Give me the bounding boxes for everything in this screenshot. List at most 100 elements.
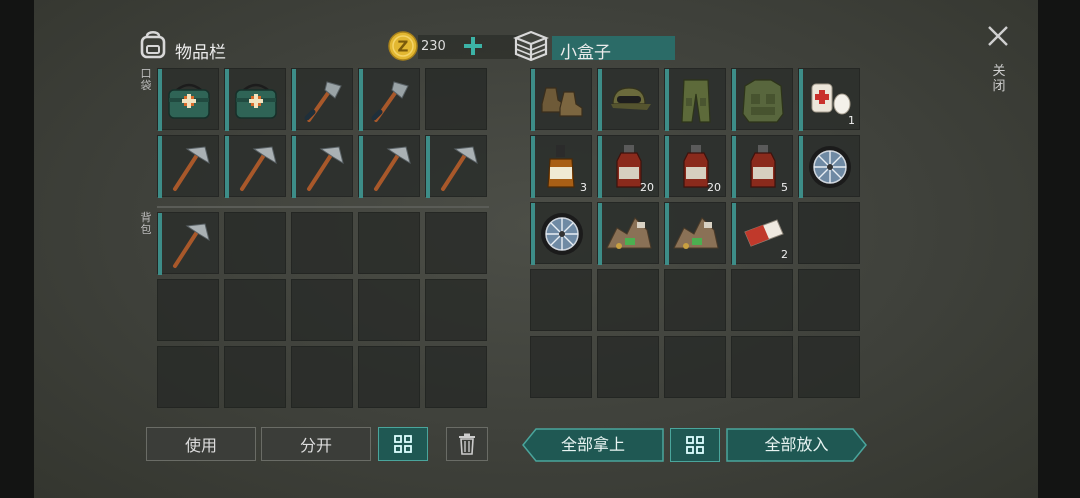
close-icon bbox=[988, 26, 1008, 46]
slot-hatchet[interactable] bbox=[358, 68, 420, 131]
empty-slot[interactable] bbox=[358, 279, 420, 341]
inventory-sort-button[interactable] bbox=[378, 427, 428, 461]
vest-icon bbox=[742, 79, 784, 123]
empty-slot[interactable] bbox=[798, 269, 860, 331]
slot-first-aid-kit[interactable] bbox=[157, 68, 219, 131]
left-edge bbox=[0, 0, 34, 498]
empty-slot[interactable] bbox=[358, 346, 420, 408]
slot-scrap[interactable] bbox=[597, 202, 659, 265]
plus-icon bbox=[464, 37, 482, 55]
slot-accent-bar bbox=[531, 203, 535, 265]
close-label: 关闭 bbox=[992, 64, 1006, 94]
container-sort-button[interactable] bbox=[670, 428, 720, 462]
item-count: 1 bbox=[848, 114, 855, 127]
empty-slot[interactable] bbox=[530, 269, 592, 331]
empty-slot[interactable] bbox=[425, 279, 487, 341]
use-button[interactable]: 使用 bbox=[146, 427, 256, 461]
slot-bottle[interactable]: 20 bbox=[664, 135, 726, 198]
slot-pickaxe[interactable] bbox=[291, 135, 353, 198]
slot-vest[interactable] bbox=[731, 68, 793, 131]
pickaxe-icon bbox=[173, 223, 210, 268]
slot-accent-bar bbox=[158, 69, 162, 131]
slot-scrap[interactable] bbox=[664, 202, 726, 265]
slot-whiskey[interactable]: 3 bbox=[530, 135, 592, 198]
slot-accent-bar bbox=[359, 136, 363, 198]
empty-slot[interactable] bbox=[798, 202, 860, 264]
empty-slot[interactable] bbox=[425, 346, 487, 408]
empty-slot[interactable] bbox=[157, 279, 219, 341]
pickaxe-icon bbox=[240, 146, 277, 191]
empty-slot[interactable] bbox=[597, 269, 659, 331]
take-all-button[interactable]: 全部拿上 bbox=[522, 428, 664, 462]
slot-accent-bar bbox=[732, 69, 736, 131]
slot-pickaxe[interactable] bbox=[425, 135, 487, 198]
empty-slot[interactable] bbox=[425, 68, 487, 130]
empty-slot[interactable] bbox=[798, 336, 860, 398]
empty-slot[interactable] bbox=[731, 269, 793, 331]
empty-slot[interactable] bbox=[358, 212, 420, 274]
empty-slot[interactable] bbox=[157, 346, 219, 408]
slot-bandage[interactable]: 1 bbox=[798, 68, 860, 131]
grid-sort-icon bbox=[686, 436, 704, 454]
empty-slot[interactable] bbox=[224, 212, 286, 274]
split-button[interactable]: 分开 bbox=[261, 427, 371, 461]
slot-first-aid-kit[interactable] bbox=[224, 68, 286, 131]
slot-bottle[interactable]: 20 bbox=[597, 135, 659, 198]
slot-accent-bar bbox=[598, 136, 602, 198]
pocket-label: 口袋 bbox=[140, 67, 152, 92]
container-title: 小盒子 bbox=[560, 43, 611, 63]
item-count: 3 bbox=[580, 181, 587, 194]
discard-button[interactable] bbox=[446, 427, 488, 461]
slot-pickaxe[interactable] bbox=[224, 135, 286, 198]
pants-icon bbox=[681, 79, 711, 123]
pickaxe-icon bbox=[374, 146, 411, 191]
currency-amount: 230 bbox=[421, 39, 446, 54]
slot-accent-bar bbox=[158, 136, 162, 198]
empty-slot[interactable] bbox=[291, 346, 353, 408]
slot-bottle[interactable]: 5 bbox=[731, 135, 793, 198]
add-currency-button[interactable] bbox=[462, 32, 484, 60]
empty-slot[interactable] bbox=[291, 279, 353, 341]
inventory-panel: 物品栏 Z 230 口袋 背包 小盒子 1 3 20 20 5 2 关闭 使用 … bbox=[34, 0, 1038, 498]
item-count: 2 bbox=[781, 248, 788, 261]
slot-accent-bar bbox=[732, 136, 736, 198]
take-all-label: 全部拿上 bbox=[560, 435, 625, 454]
empty-slot[interactable] bbox=[425, 212, 487, 274]
slot-accent-bar bbox=[799, 136, 803, 198]
close-button[interactable] bbox=[986, 24, 1010, 48]
slot-wheel[interactable] bbox=[798, 135, 860, 198]
slot-wheel[interactable] bbox=[530, 202, 592, 265]
slot-accent-bar bbox=[359, 69, 363, 131]
slot-pickaxe[interactable] bbox=[358, 135, 420, 198]
slot-cigarettes[interactable]: 2 bbox=[731, 202, 793, 265]
scrap-icon bbox=[673, 217, 719, 249]
slot-accent-bar bbox=[598, 69, 602, 131]
item-count: 5 bbox=[781, 181, 788, 194]
slot-accent-bar bbox=[665, 69, 669, 131]
slot-pickaxe[interactable] bbox=[157, 135, 219, 198]
empty-slot[interactable] bbox=[597, 336, 659, 398]
slot-pickaxe[interactable] bbox=[157, 212, 219, 275]
slot-cap[interactable] bbox=[597, 68, 659, 131]
first-aid-kit-icon bbox=[235, 83, 277, 119]
empty-slot[interactable] bbox=[731, 336, 793, 398]
put-all-button[interactable]: 全部放入 bbox=[726, 428, 867, 462]
item-count: 20 bbox=[640, 181, 654, 194]
pickaxe-icon bbox=[307, 146, 344, 191]
empty-slot[interactable] bbox=[664, 336, 726, 398]
empty-slot[interactable] bbox=[224, 346, 286, 408]
slot-hatchet[interactable] bbox=[291, 68, 353, 131]
wheel-icon bbox=[541, 213, 583, 255]
inventory-title: 物品栏 bbox=[175, 43, 226, 63]
empty-slot[interactable] bbox=[664, 269, 726, 331]
slot-boots[interactable] bbox=[530, 68, 592, 131]
slot-accent-bar bbox=[426, 136, 430, 198]
slot-pants[interactable] bbox=[664, 68, 726, 131]
empty-slot[interactable] bbox=[224, 279, 286, 341]
slot-accent-bar bbox=[225, 136, 229, 198]
empty-slot[interactable] bbox=[291, 212, 353, 274]
slot-accent-bar bbox=[225, 69, 229, 131]
slot-accent-bar bbox=[158, 213, 162, 275]
empty-slot[interactable] bbox=[530, 336, 592, 398]
scrap-icon bbox=[606, 217, 652, 249]
